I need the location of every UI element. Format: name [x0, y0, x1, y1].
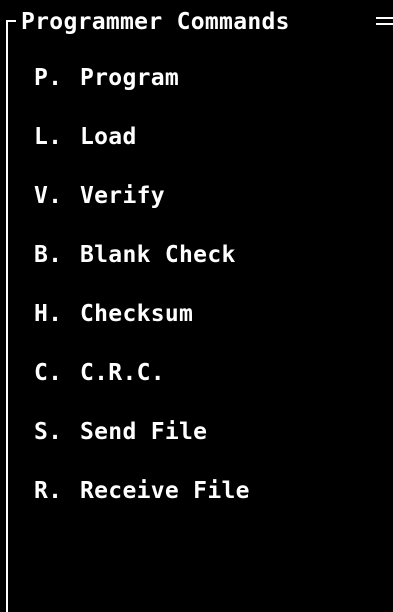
menu-item-key: V. — [34, 183, 63, 209]
menu-item-label: Program — [80, 65, 180, 91]
menu-item-key: H. — [34, 301, 63, 327]
menu-item-crc[interactable]: C. C.R.C. — [34, 359, 250, 418]
menu-item-load[interactable]: L. Load — [34, 123, 250, 182]
menu-item-label: Checksum — [80, 301, 194, 327]
menu-item-key: L. — [34, 124, 63, 150]
menu-item-key: R. — [34, 478, 63, 504]
programmer-commands-window: Programmer Commands P. Program L. Load V. V… — [0, 0, 393, 612]
menu-item-blank-check[interactable]: B. Blank Check — [34, 241, 250, 300]
menu-item-key: P. — [34, 65, 63, 91]
menu-item-label: Blank Check — [80, 242, 236, 268]
menu-item-label: Send File — [80, 419, 208, 445]
menu-item-label: Verify — [80, 183, 165, 209]
menu-title: Programmer Commands — [21, 9, 290, 35]
menu-item-key: S. — [34, 419, 63, 445]
menu-item-label: C.R.C. — [80, 360, 165, 386]
menu-item-label: Receive File — [80, 478, 250, 504]
frame-left-border — [6, 22, 8, 612]
menu-item-checksum[interactable]: H. Checksum — [34, 300, 250, 359]
frame-top-right-border-inner — [376, 23, 393, 25]
menu-item-verify[interactable]: V. Verify — [34, 182, 250, 241]
menu-item-send-file[interactable]: S. Send File — [34, 418, 250, 477]
frame-top-right-border — [376, 17, 393, 19]
command-list: P. Program L. Load V. Verify B. Blank Check … — [34, 64, 250, 536]
menu-item-key: B. — [34, 242, 63, 268]
menu-item-label: Load — [80, 124, 137, 150]
menu-item-program[interactable]: P. Program — [34, 64, 250, 123]
menu-item-key: C. — [34, 360, 63, 386]
menu-item-receive-file[interactable]: R. Receive File — [34, 477, 250, 536]
